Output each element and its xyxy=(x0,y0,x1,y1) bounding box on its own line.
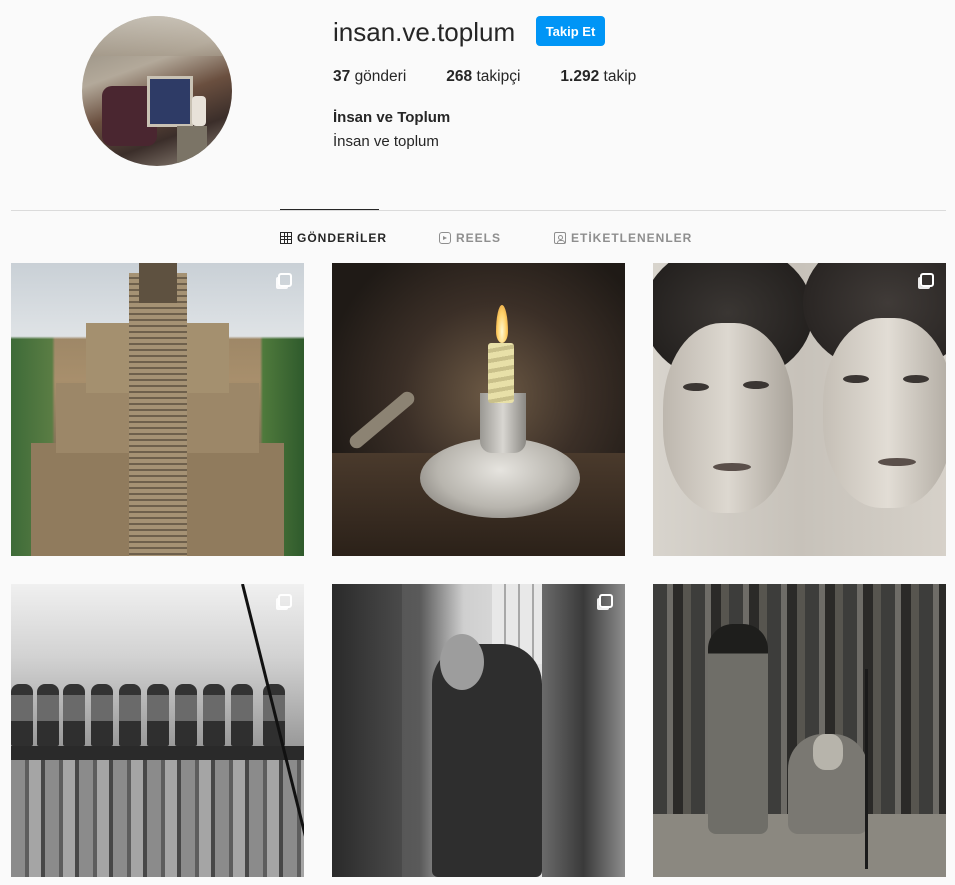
mask xyxy=(813,734,843,770)
reels-icon xyxy=(439,232,451,244)
followers-count: 268 xyxy=(446,68,473,85)
tab-reels[interactable]: REELS xyxy=(439,231,501,245)
eye xyxy=(903,375,929,383)
man-in-suit xyxy=(332,584,402,877)
active-tab-indicator xyxy=(280,209,379,210)
multiple-images-icon xyxy=(278,273,292,287)
candle-flame xyxy=(496,305,508,343)
worker xyxy=(37,684,59,746)
candle-body xyxy=(488,343,514,403)
woman-right-face xyxy=(823,318,946,508)
eye xyxy=(743,381,769,389)
posts-label: gönderi xyxy=(354,68,407,85)
mouth xyxy=(878,458,916,466)
tab-posts[interactable]: GÖNDERİLER xyxy=(280,231,387,245)
tab-reels-label: REELS xyxy=(456,231,502,245)
avatar-cart xyxy=(147,76,193,127)
pyramid-temple xyxy=(139,263,177,303)
posts-count: 37 xyxy=(333,68,351,85)
profile-username: insan.ve.toplum xyxy=(333,17,516,47)
profile-stats: 37 gönderi 268 takipçi 1.292 takip xyxy=(333,68,676,86)
eye xyxy=(843,375,869,383)
worker xyxy=(11,684,33,746)
avatar-child xyxy=(192,96,206,126)
tabs-divider xyxy=(11,210,946,211)
spear xyxy=(865,669,868,869)
grid-icon xyxy=(280,232,292,244)
tab-posts-label: GÖNDERİLER xyxy=(297,231,388,245)
post-two-women[interactable] xyxy=(653,263,946,556)
tag-icon xyxy=(554,232,566,244)
post-men-portrait[interactable] xyxy=(332,584,625,877)
following-label: takip xyxy=(603,68,637,85)
pyramid-stairs xyxy=(129,273,187,556)
city-buildings xyxy=(11,759,304,877)
post-candle[interactable] xyxy=(332,263,625,556)
worker xyxy=(63,684,85,746)
tab-tagged[interactable]: ETİKETLENENLER xyxy=(554,231,692,245)
eye xyxy=(683,383,709,391)
avatar-child-2 xyxy=(177,126,207,166)
post-pyramid[interactable] xyxy=(11,263,304,556)
followers-stat[interactable]: 268 takipçi xyxy=(446,68,520,86)
worker xyxy=(147,684,169,746)
woman-left-face xyxy=(663,323,793,513)
avatar-sky xyxy=(82,16,232,56)
mouth xyxy=(713,463,751,471)
worker xyxy=(203,684,225,746)
posts-stat: 37 gönderi xyxy=(333,68,406,86)
worker xyxy=(91,684,113,746)
standing-man xyxy=(708,624,768,834)
worker xyxy=(231,684,253,746)
follow-button[interactable]: Takip Et xyxy=(536,16,605,46)
center-man-head xyxy=(440,634,484,690)
worker xyxy=(175,684,197,746)
post-workers-on-beam[interactable] xyxy=(11,584,304,877)
worker xyxy=(119,684,141,746)
followers-label: takipçi xyxy=(476,68,521,85)
following-count: 1.292 xyxy=(560,68,600,85)
steel-beam xyxy=(11,746,304,760)
profile-bio: İnsan ve toplum xyxy=(333,133,439,150)
post-tribal-men[interactable] xyxy=(653,584,946,877)
profile-avatar[interactable] xyxy=(82,16,232,166)
multiple-images-icon xyxy=(920,273,934,287)
following-stat[interactable]: 1.292 takip xyxy=(560,68,636,86)
profile-full-name: İnsan ve Toplum xyxy=(333,109,451,126)
multiple-images-icon xyxy=(599,594,613,608)
tab-tagged-label: ETİKETLENENLER xyxy=(571,231,693,245)
candle-spoon xyxy=(346,388,418,452)
multiple-images-icon xyxy=(278,594,292,608)
woman-figure xyxy=(542,584,625,877)
